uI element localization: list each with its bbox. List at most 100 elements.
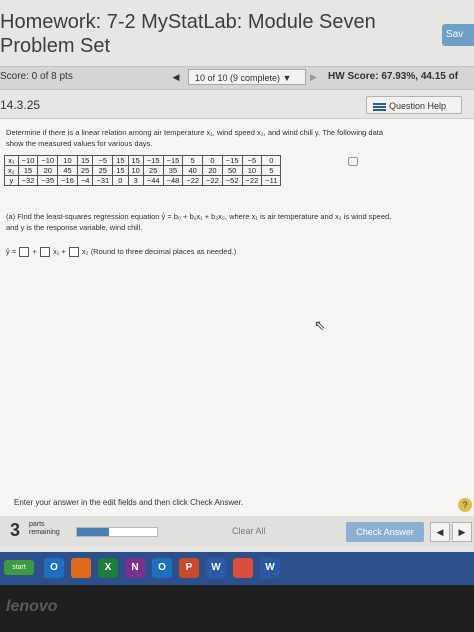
parts-progress-bar bbox=[76, 527, 158, 537]
copy-data-icon[interactable] bbox=[348, 157, 358, 166]
help-icon[interactable]: ? bbox=[458, 498, 472, 512]
table-cell: 25 bbox=[92, 165, 114, 176]
outlook2-icon[interactable]: O bbox=[152, 558, 172, 578]
table-cell: −31 bbox=[92, 175, 114, 186]
check-answer-button[interactable]: Check Answer bbox=[346, 522, 424, 542]
table-cell: −52 bbox=[221, 175, 243, 186]
previous-question-button[interactable]: ◀ bbox=[168, 70, 184, 85]
answer-equation: ŷ = + x₁ + x₂ (Round to three decimal pl… bbox=[6, 247, 237, 258]
page-title-line1: Homework: 7-2 MyStatLab: Module Seven bbox=[0, 11, 376, 33]
table-cell: −32 bbox=[17, 175, 39, 186]
table-cell: −22 bbox=[241, 175, 263, 186]
table-cell: −10 bbox=[37, 155, 59, 166]
table-cell: −15 bbox=[142, 155, 164, 166]
table-cell: 10 bbox=[127, 165, 144, 176]
question-body: Determine if there is a linear relation … bbox=[0, 118, 474, 537]
browser-screen: Homework: 7-2 MyStatLab: Module Seven Pr… bbox=[0, 0, 474, 585]
table-cell: 0 bbox=[261, 155, 282, 166]
taskbar: start OXNOPWW bbox=[0, 552, 474, 585]
table-cell: 15 bbox=[127, 155, 144, 166]
question-help-button[interactable]: Question Help bbox=[366, 96, 462, 114]
parts-remaining-label: parts remaining bbox=[29, 521, 60, 537]
b2-input[interactable] bbox=[68, 247, 79, 258]
prompt-line1: Determine if there is a linear relation … bbox=[6, 128, 384, 137]
question-select[interactable]: 10 of 10 (9 complete) ▼ bbox=[188, 69, 306, 85]
table-cell: 5 bbox=[261, 165, 282, 176]
table-row: y −32 −35 −16 −4 −31 0 3 −44 −48 −22 −22 −52 −22 −11 bbox=[4, 175, 282, 186]
table-cell: 0 bbox=[112, 175, 129, 186]
mouse-cursor-icon: ⇖ bbox=[314, 317, 326, 333]
table-cell: 15 bbox=[17, 165, 39, 176]
page-prev-button[interactable]: ◀ bbox=[430, 522, 450, 542]
progress-fill bbox=[77, 528, 109, 536]
eq-prefix: ŷ = bbox=[6, 247, 17, 256]
parts-remaining-count: 3 bbox=[10, 520, 21, 540]
table-cell: 15 bbox=[112, 165, 129, 176]
b1-input[interactable] bbox=[39, 247, 50, 258]
laptop-bezel bbox=[0, 585, 474, 632]
table-cell: 50 bbox=[221, 165, 243, 176]
table-cell: 10 bbox=[57, 155, 78, 166]
table-row-header: x₁ bbox=[4, 155, 19, 166]
excel-icon[interactable]: X bbox=[98, 558, 118, 578]
table-cell: 0 bbox=[202, 155, 223, 166]
table-row-header: x₂ bbox=[4, 165, 19, 176]
table-cell: 5 bbox=[182, 155, 204, 166]
outlook-icon[interactable]: O bbox=[44, 558, 64, 578]
table-cell: −4 bbox=[76, 175, 94, 186]
table-row: x₁ −10 −10 10 15 −5 15 15 −15 −15 5 0 −15 −5 0 bbox=[4, 155, 282, 166]
footer-message: Enter your answer in the edit fields and… bbox=[14, 498, 244, 507]
part-a-line1: (a) Find the least-squares regression eq… bbox=[6, 212, 392, 221]
table-row: x₂ 15 20 45 25 25 15 10 25 35 40 20 50 10 5 bbox=[4, 165, 282, 176]
brand-logo: lenovo bbox=[6, 598, 58, 615]
save-button[interactable]: Sav bbox=[442, 24, 474, 46]
table-cell: −16 bbox=[57, 175, 78, 186]
page-title-line2: Problem Set bbox=[0, 35, 111, 57]
question-help-label: Question Help bbox=[389, 101, 447, 111]
b0-input[interactable] bbox=[19, 247, 30, 258]
parts-label-line1: parts bbox=[29, 521, 45, 528]
chrome-icon[interactable] bbox=[233, 558, 253, 578]
powerpoint-icon[interactable]: P bbox=[179, 558, 199, 578]
part-a-text: (a) Find the least-squares regression eq… bbox=[6, 211, 470, 233]
table-cell: 3 bbox=[127, 175, 144, 186]
menu-icon bbox=[373, 102, 386, 112]
table-cell: 25 bbox=[142, 165, 164, 176]
table-cell: 20 bbox=[37, 165, 59, 176]
eq-note: (Round to three decimal places as needed… bbox=[90, 247, 237, 256]
table-cell: −15 bbox=[221, 155, 243, 166]
table-cell: 40 bbox=[182, 165, 204, 176]
word2-icon[interactable]: W bbox=[260, 558, 280, 578]
next-question-button[interactable]: ▶ bbox=[310, 70, 324, 85]
eq-plus: + bbox=[32, 247, 37, 256]
table-cell: −22 bbox=[202, 175, 223, 186]
start-button[interactable]: start bbox=[4, 560, 34, 575]
table-cell: −11 bbox=[261, 175, 282, 186]
score-text: Score: 0 of 8 pts bbox=[0, 71, 73, 82]
table-cell: −5 bbox=[241, 155, 263, 166]
word-icon[interactable]: W bbox=[206, 558, 226, 578]
page-next-button[interactable]: ▶ bbox=[452, 522, 472, 542]
table-cell: 25 bbox=[76, 165, 94, 176]
clear-all-button[interactable]: Clear All bbox=[232, 526, 266, 536]
onenote-icon[interactable]: N bbox=[125, 558, 145, 578]
firefox-icon[interactable] bbox=[71, 558, 91, 578]
table-cell: 45 bbox=[57, 165, 78, 176]
table-cell: −15 bbox=[162, 155, 184, 166]
table-cell: 15 bbox=[76, 155, 94, 166]
table-cell: 35 bbox=[162, 165, 184, 176]
table-cell: −35 bbox=[37, 175, 59, 186]
question-id: 14.3.25 bbox=[0, 98, 41, 112]
table-cell: 10 bbox=[241, 165, 263, 176]
hw-score: HW Score: 67.93%, 44.15 of bbox=[328, 71, 459, 82]
question-prompt: Determine if there is a linear relation … bbox=[6, 127, 468, 149]
table-cell: 20 bbox=[202, 165, 223, 176]
table-row-header: y bbox=[4, 175, 19, 186]
page-title: Homework: 7-2 MyStatLab: Module Seven Pr… bbox=[0, 10, 430, 58]
score-bar: Score: 0 of 8 pts ◀ 10 of 10 (9 complete… bbox=[0, 66, 474, 90]
table-cell: −48 bbox=[162, 175, 184, 186]
parts-label-line2: remaining bbox=[29, 529, 60, 536]
table-cell: 15 bbox=[112, 155, 129, 166]
table-cell: −22 bbox=[182, 175, 204, 186]
table-cell: −10 bbox=[17, 155, 39, 166]
